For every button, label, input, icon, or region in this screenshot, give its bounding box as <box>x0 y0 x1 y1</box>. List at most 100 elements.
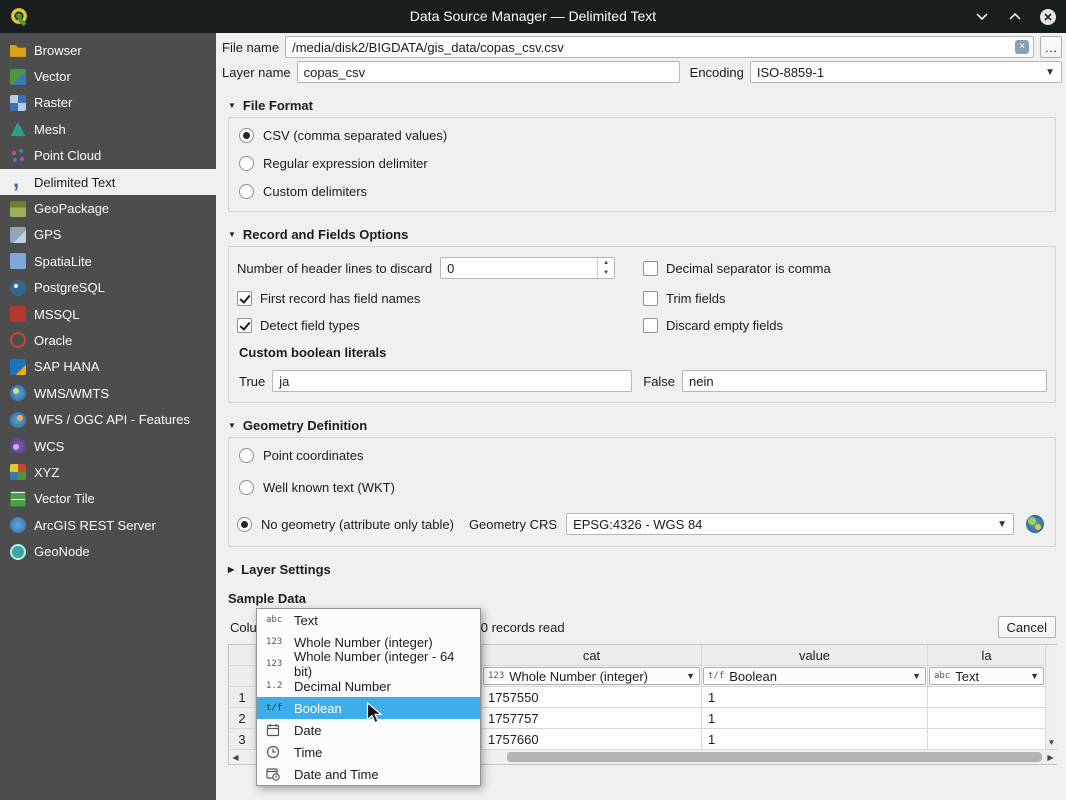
sidebar-item-label: Point Cloud <box>34 148 101 163</box>
sidebar-item-sap-hana[interactable]: SAP HANA <box>0 354 216 380</box>
sidebar-item-mssql[interactable]: MSSQL <box>0 301 216 327</box>
menu-item-date-and-time[interactable]: Date and Time <box>257 763 480 785</box>
section-layer-settings[interactable]: ▶ Layer Settings <box>228 562 1058 577</box>
sidebar-item-oracle[interactable]: Oracle <box>0 327 216 353</box>
sidebar-item-mesh[interactable]: Mesh <box>0 116 216 142</box>
type-select-cat[interactable]: 123 Whole Number (integer) ▼ <box>483 667 700 685</box>
sidebar-item-delimited-text[interactable]: Delimited Text <box>0 169 216 195</box>
sidebar-item-vector[interactable]: Vector <box>0 63 216 89</box>
select-crs-button[interactable] <box>1023 512 1047 536</box>
false-literal-input[interactable] <box>682 370 1047 392</box>
section-record-fields[interactable]: ▼ Record and Fields Options <box>228 227 1058 242</box>
geometry-crs-select[interactable]: EPSG:4326 - WGS 84 ▼ <box>566 513 1014 535</box>
sidebar-item-point-cloud[interactable]: Point Cloud <box>0 143 216 169</box>
section-geometry-definition[interactable]: ▼ Geometry Definition <box>228 418 1058 433</box>
checkbox-decimal-separator[interactable]: Decimal separator is comma <box>643 257 1047 279</box>
sidebar-item-geopackage[interactable]: GeoPackage <box>0 195 216 221</box>
encoding-select[interactable]: ISO-8859-1 ▼ <box>750 61 1062 83</box>
sidebar-item-postgresql[interactable]: PostgreSQL <box>0 275 216 301</box>
sidebar-item-label: GPS <box>34 227 61 242</box>
scroll-down-arrow-icon[interactable]: ▼ <box>1048 738 1056 747</box>
radio-no-geometry[interactable]: No geometry (attribute only table) <box>261 517 454 532</box>
datetime-icon <box>266 767 288 781</box>
sidebar-item-raster[interactable]: Raster <box>0 90 216 116</box>
sidebar-item-label: XYZ <box>34 465 59 480</box>
true-literal-input[interactable] <box>272 370 632 392</box>
column-header-la[interactable]: la <box>928 645 1046 666</box>
scrollbar-handle[interactable] <box>507 752 1042 762</box>
vertical-scrollbar[interactable]: ▼ <box>1046 645 1057 750</box>
radio-wkt[interactable]: Well known text (WKT) <box>239 480 1047 495</box>
wcs-globe-icon <box>10 438 26 454</box>
radio-icon <box>239 480 254 495</box>
section-title: Geometry Definition <box>243 418 367 433</box>
menu-item-text[interactable]: abc Text <box>257 609 480 631</box>
corner-header-cell <box>229 645 256 666</box>
raster-icon <box>10 95 26 111</box>
checkbox-discard-empty[interactable]: Discard empty fields <box>643 318 1047 333</box>
radio-regex-delimiter[interactable]: Regular expression delimiter <box>239 156 1047 171</box>
layer-name-input[interactable] <box>297 61 680 83</box>
radio-csv[interactable]: CSV (comma separated values) <box>239 128 1047 143</box>
menu-item-label: Date and Time <box>294 767 379 782</box>
radio-point-coordinates[interactable]: Point coordinates <box>239 448 1047 463</box>
shade-chevron-down-icon[interactable] <box>972 7 992 27</box>
row-number-cell <box>229 666 256 687</box>
vector-tile-icon <box>10 491 26 507</box>
type-select-value: Whole Number (integer) <box>509 669 648 684</box>
header-lines-input[interactable] <box>440 257 615 279</box>
spinner-arrows-icon[interactable]: ▲▼ <box>597 258 614 278</box>
cancel-button[interactable]: Cancel <box>998 616 1056 638</box>
table-cell-value: 1 <box>702 687 928 708</box>
sidebar-item-label: WMS/WMTS <box>34 386 109 401</box>
browse-button[interactable]: … <box>1040 36 1062 58</box>
menu-item-label: Whole Number (integer) <box>294 635 433 650</box>
sidebar-item-wfs-ogc-api[interactable]: WFS / OGC API - Features <box>0 406 216 432</box>
wfs-globe-icon <box>10 412 26 428</box>
close-icon[interactable] <box>1038 7 1058 27</box>
checkbox-label: Trim fields <box>666 291 725 306</box>
collapse-triangle-icon: ▼ <box>228 101 236 110</box>
sidebar-item-spatialite[interactable]: SpatiaLite <box>0 248 216 274</box>
sidebar-item-label: Mesh <box>34 122 66 137</box>
sidebar-item-label: Raster <box>34 95 72 110</box>
checkbox-first-record[interactable]: First record has field names <box>237 291 643 306</box>
maximize-chevron-up-icon[interactable] <box>1005 7 1025 27</box>
section-file-format[interactable]: ▼ File Format <box>228 98 1058 113</box>
decimal-type-icon: 1.2 <box>266 681 288 691</box>
file-name-input[interactable] <box>285 36 1034 58</box>
menu-item-label: Boolean <box>294 701 342 716</box>
menu-item-whole-number-64[interactable]: 123 Whole Number (integer - 64 bit) <box>257 653 480 675</box>
checkbox-label: Detect field types <box>260 318 360 333</box>
sidebar-item-arcgis-rest[interactable]: ArcGIS REST Server <box>0 512 216 538</box>
column-header-value[interactable]: value <box>702 645 928 666</box>
sidebar-item-wcs[interactable]: WCS <box>0 433 216 459</box>
menu-item-boolean[interactable]: t/f Boolean <box>257 697 480 719</box>
type-select-la[interactable]: abc Text ▼ <box>929 667 1044 685</box>
sidebar-item-label: GeoNode <box>34 544 90 559</box>
checkbox-detect-field-types[interactable]: Detect field types <box>237 318 643 333</box>
titlebar: Data Source Manager — Delimited Text <box>0 0 1066 33</box>
date-icon <box>266 723 288 737</box>
radio-custom-delimiters[interactable]: Custom delimiters <box>239 184 1047 199</box>
checkbox-trim-fields[interactable]: Trim fields <box>643 291 1047 306</box>
sidebar-item-browser[interactable]: Browser <box>0 37 216 63</box>
sidebar-item-geonode[interactable]: GeoNode <box>0 538 216 564</box>
menu-item-date[interactable]: Date <box>257 719 480 741</box>
sidebar-item-xyz[interactable]: XYZ <box>0 459 216 485</box>
expand-triangle-icon: ▶ <box>228 565 234 574</box>
type-select-value-col[interactable]: t/f Boolean ▼ <box>703 667 926 685</box>
sidebar-item-label: Oracle <box>34 333 72 348</box>
menu-item-time[interactable]: Time <box>257 741 480 763</box>
table-cell-cat: 1757660 <box>482 729 702 750</box>
header-lines-spinbox[interactable]: ▲▼ <box>440 257 615 279</box>
column-header-cat[interactable]: cat <box>482 645 702 666</box>
scroll-right-arrow-icon[interactable]: ▶ <box>1044 750 1057 764</box>
scroll-left-arrow-icon[interactable]: ◀ <box>229 750 242 764</box>
sidebar-item-vector-tile[interactable]: Vector Tile <box>0 486 216 512</box>
menu-item-label: Date <box>294 723 321 738</box>
clear-input-icon[interactable]: × <box>1015 40 1029 54</box>
xyz-tiles-icon <box>10 464 26 480</box>
sidebar-item-wms-wmts[interactable]: WMS/WMTS <box>0 380 216 406</box>
sidebar-item-gps[interactable]: GPS <box>0 222 216 248</box>
